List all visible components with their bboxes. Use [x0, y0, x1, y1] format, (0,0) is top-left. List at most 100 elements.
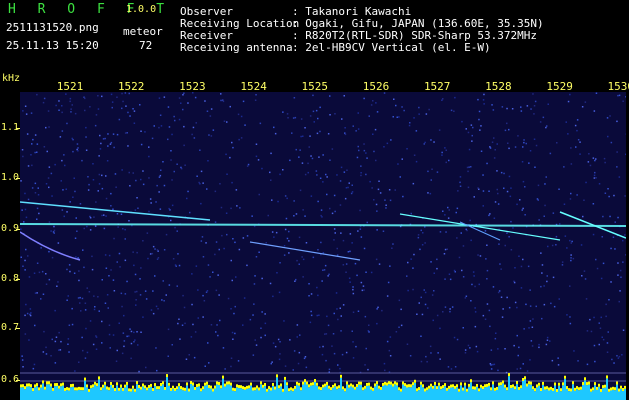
noise-dot — [31, 164, 33, 167]
noise-dot — [339, 180, 342, 182]
noise-dot — [600, 277, 603, 280]
floor-peak — [582, 382, 584, 386]
floor-bar — [488, 385, 490, 400]
noise-dot — [618, 355, 621, 358]
noise-dot — [74, 112, 77, 115]
noise-dot — [563, 166, 565, 168]
noise-dot — [344, 133, 347, 136]
noise-dot — [167, 355, 169, 357]
noise-dot — [606, 117, 609, 119]
noise-dot — [179, 338, 181, 340]
noise-dot — [539, 121, 542, 123]
noise-dot — [92, 179, 95, 181]
floor-bar — [372, 390, 374, 400]
noise-dot — [576, 129, 578, 132]
noise-dot — [336, 308, 338, 310]
floor-peak — [356, 383, 358, 387]
noise-dot — [500, 171, 503, 174]
noise-dot — [331, 212, 334, 215]
noise-dot — [170, 159, 172, 161]
floor-peak — [130, 388, 132, 392]
noise-dot — [581, 106, 584, 108]
floor-peak — [48, 381, 50, 385]
noise-dot — [42, 351, 45, 353]
floor-bar — [280, 386, 282, 400]
floor-bar — [328, 388, 330, 400]
noise-dot — [118, 322, 120, 324]
noise-dot — [85, 136, 87, 138]
noise-dot — [152, 290, 154, 292]
noise-dot — [48, 221, 51, 223]
noise-dot — [298, 351, 301, 354]
noise-dot — [182, 94, 184, 96]
noise-dot — [312, 256, 315, 259]
floor-peak — [410, 384, 412, 388]
noise-dot — [430, 179, 432, 181]
floor-bar — [596, 389, 598, 400]
noise-dot — [386, 295, 389, 297]
noise-dot — [415, 160, 418, 163]
floor-bar — [254, 390, 256, 400]
noise-dot — [309, 135, 311, 137]
noise-dot — [506, 107, 508, 110]
floor-peak — [348, 384, 350, 388]
floor-bar — [394, 384, 396, 400]
floor-peak — [526, 383, 528, 387]
noise-dot — [82, 249, 84, 251]
floor-bar — [348, 387, 350, 400]
noise-dot — [62, 189, 64, 191]
noise-dot — [340, 232, 342, 234]
noise-dot — [522, 258, 524, 261]
noise-dot — [534, 100, 537, 103]
noise-dot — [239, 207, 241, 209]
floor-peak — [486, 383, 488, 387]
noise-dot — [78, 361, 80, 363]
noise-dot — [506, 190, 509, 193]
noise-dot — [207, 342, 209, 344]
floor-bar — [88, 391, 90, 400]
floor-bar — [340, 377, 342, 400]
floor-bar — [86, 387, 88, 400]
noise-dot — [34, 151, 36, 154]
noise-dot — [83, 227, 85, 230]
noise-dot — [378, 180, 380, 182]
noise-dot — [491, 104, 493, 106]
noise-dot — [34, 192, 37, 194]
noise-dot — [424, 303, 427, 306]
noise-dot — [171, 344, 173, 346]
noise-dot — [103, 227, 106, 230]
noise-dot — [526, 370, 529, 372]
noise-dot — [127, 111, 129, 114]
noise-dot — [389, 355, 392, 357]
noise-dot — [360, 236, 363, 238]
floor-peak — [120, 384, 122, 388]
noise-dot — [82, 349, 84, 352]
noise-dot — [488, 214, 490, 217]
floor-bar — [352, 387, 354, 400]
noise-dot — [191, 303, 193, 306]
noise-dot — [402, 195, 404, 198]
noise-dot — [201, 236, 204, 238]
noise-dot — [546, 275, 548, 277]
noise-dot — [531, 326, 534, 328]
floor-bar — [84, 380, 86, 400]
noise-dot — [459, 185, 462, 187]
noise-dot — [315, 109, 318, 112]
noise-dot — [492, 109, 495, 111]
noise-dot — [233, 312, 235, 315]
noise-dot — [613, 194, 615, 197]
noise-dot — [570, 147, 572, 149]
noise-dot — [61, 105, 63, 107]
noise-dot — [130, 330, 133, 333]
noise-dot — [157, 257, 160, 259]
noise-dot — [423, 289, 425, 291]
floor-bar — [124, 387, 126, 400]
noise-dot — [48, 166, 51, 168]
noise-dot — [360, 165, 362, 167]
noise-dot — [135, 179, 137, 182]
info-value-observer: : Takanori Kawachi — [292, 5, 412, 18]
floor-peak — [290, 387, 292, 391]
noise-dot — [58, 109, 60, 111]
noise-dot — [376, 210, 378, 212]
noise-dot — [616, 166, 618, 168]
